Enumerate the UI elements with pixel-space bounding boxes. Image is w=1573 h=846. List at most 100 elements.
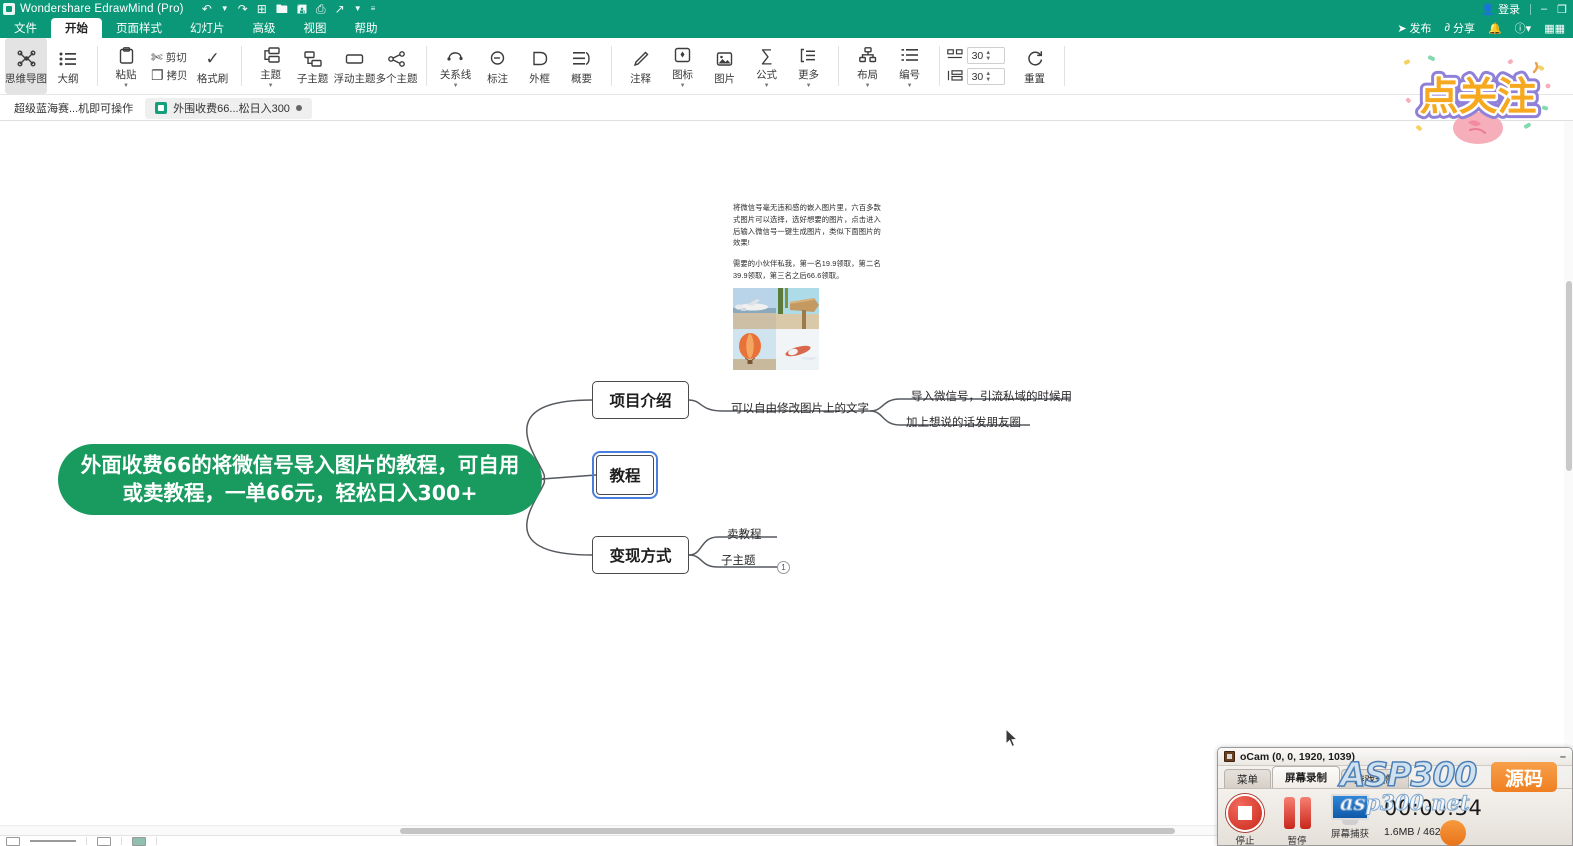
branch-node-project-intro[interactable]: 项目介绍 bbox=[592, 381, 689, 419]
caret-down-icon[interactable]: ▼ bbox=[764, 84, 770, 89]
reset-button[interactable]: 重置 bbox=[1014, 38, 1056, 94]
ribbon-group-reset: 重置 bbox=[1009, 38, 1061, 94]
marker-icon-button[interactable]: 图标 ▼ bbox=[662, 38, 704, 94]
caret-down-icon[interactable]: ▼ bbox=[806, 84, 812, 89]
divider bbox=[1064, 46, 1065, 86]
caret-down-icon[interactable]: ▼ bbox=[123, 84, 129, 89]
horizontal-spacing-icon bbox=[947, 48, 963, 63]
topic-button[interactable]: 主题 ▼ bbox=[250, 38, 292, 94]
help-circle-icon[interactable]: ⓘ▾ bbox=[1515, 20, 1532, 36]
leaf-node-edit-text[interactable]: 可以自由修改图片上的文字 bbox=[731, 400, 869, 416]
save-icon[interactable]: 🖪 bbox=[297, 3, 307, 15]
ocam-stop-button[interactable]: 停止 bbox=[1226, 794, 1264, 846]
print-icon[interactable]: ⎙ bbox=[316, 3, 326, 15]
formula-button[interactable]: ∑ 公式 ▼ bbox=[746, 38, 788, 94]
menu-item-page-style[interactable]: 页面样式 bbox=[102, 18, 176, 38]
image-button[interactable]: 图片 bbox=[704, 38, 746, 94]
menu-item-home[interactable]: 开始 bbox=[51, 18, 102, 38]
numbering-button[interactable]: 编号 ▼ bbox=[889, 38, 931, 94]
menu-item-view[interactable]: 视图 bbox=[290, 18, 341, 38]
floating-note[interactable]: 将微信号毫无违和感的嵌入图片里，六百多款式图片可以选择，选好想要的图片，点击进入… bbox=[733, 202, 885, 370]
ocam-pause-button[interactable]: 暂停 bbox=[1278, 794, 1316, 846]
minimize-button[interactable]: – bbox=[1541, 3, 1547, 15]
publish-button[interactable]: ➤ 发布 bbox=[1397, 20, 1431, 36]
spinner-arrows[interactable]: ▲▼ bbox=[985, 50, 991, 62]
spinner-arrows[interactable]: ▲▼ bbox=[985, 71, 991, 83]
ribbon-group-spacing: 30 ▲▼ 30 ▲▼ bbox=[943, 38, 1009, 94]
restore-button[interactable]: ❐ bbox=[1557, 3, 1567, 16]
copy-button[interactable]: ❐ 拷贝 bbox=[149, 67, 190, 84]
redo-icon[interactable]: ↷ bbox=[238, 3, 248, 15]
zoom-slider[interactable] bbox=[132, 837, 146, 846]
new-icon[interactable]: ⊞ bbox=[257, 3, 267, 15]
caret-down-icon[interactable]: ▼ bbox=[680, 84, 686, 89]
document-tab-1[interactable]: 超级蓝海赛...机即可操作 bbox=[4, 98, 143, 119]
menu-item-help[interactable]: 帮助 bbox=[341, 18, 392, 38]
subtopic-button[interactable]: 子主题 bbox=[292, 38, 334, 94]
layout-button[interactable]: 布局 ▼ bbox=[847, 38, 889, 94]
menu-bar-right: ➤ 发布 ∂ 分享 🔔 ⓘ▾ ▦▦ bbox=[1397, 20, 1565, 36]
vertical-scrollbar[interactable] bbox=[1564, 121, 1573, 825]
mindmap-button[interactable]: 思维导图 bbox=[5, 38, 47, 94]
callout-button[interactable]: 标注 bbox=[477, 38, 519, 94]
document-tab-2[interactable]: 外围收费66...松日入300 bbox=[145, 98, 312, 119]
caret-down-icon[interactable]: ▼ bbox=[907, 84, 913, 89]
export-caret-down-icon[interactable]: ▼ bbox=[354, 5, 362, 13]
share-button[interactable]: ∂ 分享 bbox=[1445, 20, 1475, 36]
bell-icon[interactable]: 🔔 bbox=[1488, 22, 1502, 35]
page-view-icon[interactable] bbox=[6, 837, 20, 846]
comment-button[interactable]: 注释 bbox=[620, 38, 662, 94]
export-icon[interactable]: ↗ bbox=[335, 3, 345, 15]
format-painter-button[interactable]: ✓ 格式刷 bbox=[192, 47, 234, 86]
horizontal-spacing-input[interactable]: 30 ▲▼ bbox=[967, 47, 1005, 64]
menu-item-file[interactable]: 文件 bbox=[0, 18, 51, 38]
fit-page-icon[interactable] bbox=[97, 837, 111, 846]
leaf-node-subtopic[interactable]: 子主题 bbox=[721, 552, 756, 568]
leaf-node-sell-tutorial[interactable]: 卖教程 bbox=[727, 526, 762, 542]
reset-label: 重置 bbox=[1024, 71, 1045, 86]
grid-icon[interactable]: ▦▦ bbox=[1544, 22, 1565, 35]
caret-down-icon[interactable]: ▼ bbox=[865, 84, 871, 89]
vertical-spacing-input[interactable]: 30 ▲▼ bbox=[967, 68, 1005, 85]
more-icon[interactable]: ≡ bbox=[371, 5, 376, 13]
publish-label: 发布 bbox=[1410, 20, 1432, 36]
divider bbox=[1530, 4, 1531, 15]
more-button[interactable]: 更多 ▼ bbox=[788, 38, 830, 94]
formula-label: 公式 bbox=[756, 67, 777, 82]
mindmap-canvas[interactable]: 将微信号毫无违和感的嵌入图片里，六百多款式图片可以选择，选好想要的图片，点击进入… bbox=[0, 121, 1573, 825]
divider bbox=[30, 840, 76, 842]
menu-item-slides[interactable]: 幻灯片 bbox=[176, 18, 239, 38]
leaf-node-moments[interactable]: 加上想说的话发朋友圈 bbox=[906, 414, 1021, 430]
ocam-minimize-button[interactable]: – bbox=[1560, 751, 1566, 763]
undo-caret-down-icon[interactable]: ▼ bbox=[221, 5, 229, 13]
ribbon-toolbar: 思维导图 大纲 粘贴 ▼ ✄ 剪切 bbox=[0, 38, 1573, 95]
cut-button[interactable]: ✄ 剪切 bbox=[149, 49, 190, 66]
floating-note-image-grid[interactable] bbox=[733, 288, 819, 370]
ocam-tab-menu[interactable]: 菜单 bbox=[1224, 769, 1271, 788]
multi-topic-button[interactable]: 多个主题 bbox=[376, 38, 418, 94]
open-icon[interactable]: 🖿 bbox=[276, 3, 288, 15]
horizontal-scrollbar-thumb[interactable] bbox=[400, 828, 1175, 834]
relationship-line-button[interactable]: 关系线 ▼ bbox=[435, 38, 477, 94]
undo-icon[interactable]: ↶ bbox=[202, 3, 212, 15]
branch-node-monetization[interactable]: 变现方式 bbox=[592, 536, 689, 574]
leaf-node-import-wechat[interactable]: 导入微信号，引流私域的时候用 bbox=[911, 388, 1072, 404]
paste-button[interactable]: 粘贴 ▼ bbox=[105, 43, 147, 89]
ocam-window[interactable]: oCam (0, 0, 1920, 1039) – 菜单 屏幕录制 游戏录制 停… bbox=[1217, 747, 1573, 846]
title-bar: Wondershare EdrawMind (Pro) ↶ ▼ ↷ ⊞ 🖿 🖪 … bbox=[0, 0, 1573, 18]
boundary-button[interactable]: 外框 bbox=[519, 38, 561, 94]
floating-topic-button[interactable]: 浮动主题 bbox=[334, 38, 376, 94]
login-button[interactable]: 👤 登录 bbox=[1481, 1, 1520, 17]
central-topic-node[interactable]: 外面收费66的将微信号导入图片的教程，可自用或卖教程，一单66元，轻松日入300… bbox=[58, 444, 542, 515]
ocam-screen-capture-button[interactable]: 屏幕捕获 bbox=[1330, 794, 1370, 840]
caret-down-icon[interactable]: ▼ bbox=[453, 84, 459, 89]
ocam-title-bar: oCam (0, 0, 1920, 1039) – bbox=[1218, 748, 1572, 766]
branch-node-tutorial[interactable]: 教程 bbox=[596, 455, 654, 495]
caret-down-icon[interactable]: ▼ bbox=[268, 84, 274, 89]
ocam-tab-screen-record[interactable]: 屏幕录制 bbox=[1272, 766, 1340, 788]
outline-button[interactable]: 大纲 bbox=[47, 38, 89, 94]
summary-button[interactable]: 概要 bbox=[561, 38, 603, 94]
vertical-scrollbar-thumb[interactable] bbox=[1566, 281, 1572, 471]
ocam-tab-game-record[interactable]: 游戏录制 bbox=[1341, 769, 1409, 788]
menu-item-advanced[interactable]: 高级 bbox=[239, 18, 290, 38]
